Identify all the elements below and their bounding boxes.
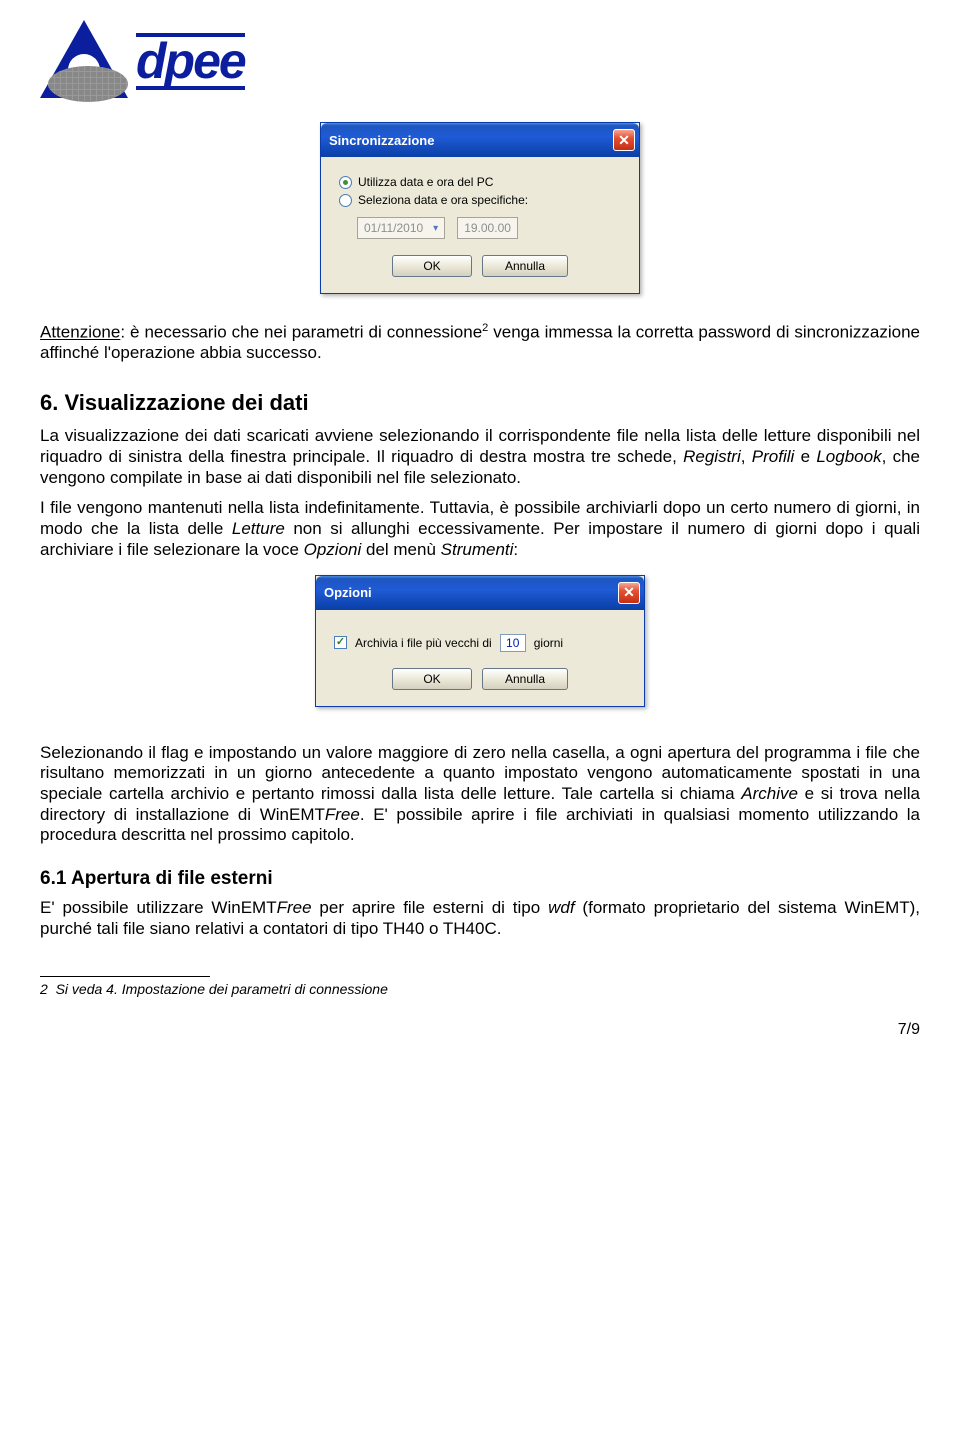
time-input[interactable]: 19.00.00 [457,217,518,239]
company-logo: dpee [40,20,920,102]
dialog-title: Opzioni [324,585,372,600]
section-6-p2: I file vengono mantenuti nella lista ind… [40,498,920,560]
warning-paragraph: Attenzione: è necessario che nei paramet… [40,322,920,364]
dialog-titlebar: Opzioni ✕ [316,576,644,610]
dialog-titlebar: Sincronizzazione ✕ [321,123,639,157]
page-number: 7/9 [40,1021,920,1039]
days-unit: giorni [534,636,563,650]
days-input[interactable]: 10 [500,634,526,652]
close-icon[interactable]: ✕ [618,582,640,604]
footnote: 2 Si veda 4. Impostazione dei parametri … [40,981,920,997]
date-input[interactable]: 01/11/2010 ▾ [357,217,445,239]
logo-icon [40,20,128,102]
archive-checkbox[interactable]: ✓ [334,636,347,649]
ok-button[interactable]: OK [392,668,472,690]
dropdown-icon: ▾ [433,223,438,234]
close-icon[interactable]: ✕ [613,129,635,151]
sync-dialog: Sincronizzazione ✕ Utilizza data e ora d… [320,122,640,294]
cancel-button[interactable]: Annulla [482,255,568,277]
radio-use-pc-time[interactable]: Utilizza data e ora del PC [339,175,621,189]
logo-text: dpee [136,33,245,90]
radio-icon [339,194,352,207]
radio-icon [339,176,352,189]
options-dialog: Opzioni ✕ ✓ Archivia i file più vecchi d… [315,575,645,707]
ok-button[interactable]: OK [392,255,472,277]
radio-specific-time[interactable]: Seleziona data e ora specifiche: [339,193,621,207]
section-6-1-heading: 6.1 Apertura di file esterni [40,868,920,890]
section-6-p1: La visualizzazione dei dati scaricati av… [40,426,920,488]
section-6-heading: 6. Visualizzazione dei dati [40,390,920,416]
radio-label: Seleziona data e ora specifiche: [358,193,528,207]
archive-paragraph: Selezionando il flag e impostando un val… [40,743,920,847]
radio-label: Utilizza data e ora del PC [358,175,493,189]
dialog-title: Sincronizzazione [329,133,434,148]
footnote-separator [40,976,210,977]
checkbox-label: Archivia i file più vecchi di [355,636,492,650]
section-6-1-p: E' possibile utilizzare WinEMTFree per a… [40,898,920,939]
cancel-button[interactable]: Annulla [482,668,568,690]
